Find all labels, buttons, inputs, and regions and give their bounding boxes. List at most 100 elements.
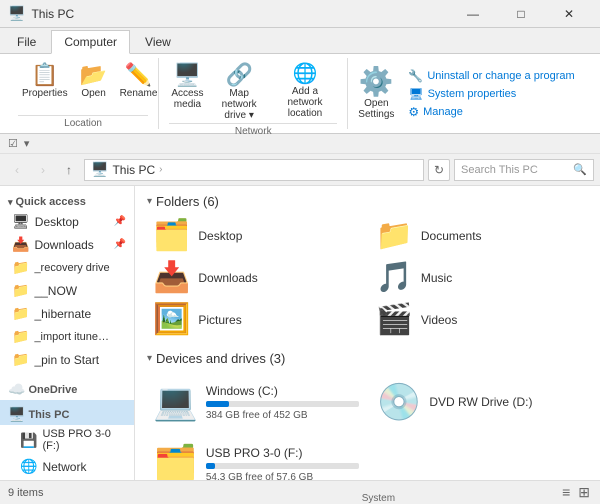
sidebar-section-this-pc[interactable]: 🖥️ This PC [0, 400, 134, 425]
folder-item-desktop[interactable]: 🗂️ Desktop [147, 217, 366, 255]
drive-item-windows-c[interactable]: 💻 Windows (C:) 384 GB free of 452 GB [147, 374, 365, 430]
settings-icon: ⚙️ [359, 68, 394, 96]
drive-d-name: DVD RW Drive (D:) [429, 395, 582, 409]
drive-item-dvd-d[interactable]: 💿 DVD RW Drive (D:) [371, 374, 589, 430]
drive-f-space: 54.3 GB free of 57.6 GB [206, 472, 359, 481]
rename-label: Rename [120, 88, 158, 99]
up-button[interactable]: ↑ [58, 159, 80, 181]
quick-access-toolbar: ☑ ▾ [0, 134, 600, 154]
sidebar-item-recovery[interactable]: 📁 _recovery drive [0, 256, 134, 279]
ribbon-system-links: 🔧 Uninstall or change a program 🖥 System… [394, 58, 588, 129]
drive-f-name: USB PRO 3-0 (F:) [206, 446, 359, 460]
sidebar-section-quick-access[interactable]: ▾ Quick access [0, 190, 134, 210]
folder-documents-name: Documents [421, 229, 482, 243]
ribbon-map-network-button[interactable]: 🔗 Map networkdrive ▾ [210, 62, 269, 123]
qa-dropdown-arrow[interactable]: ▾ [24, 137, 30, 150]
drive-item-usb-f[interactable]: 🗂️ USB PRO 3-0 (F:) 54.3 GB free of 57.6… [147, 436, 365, 480]
pin-start-label: _pin to Start [34, 353, 99, 367]
folder-item-videos[interactable]: 🎬 Videos [370, 301, 589, 339]
search-bar[interactable]: Search This PC 🔍 [454, 159, 594, 181]
sidebar-item-network[interactable]: 🌐 Network [0, 455, 134, 478]
hibernate-label: _hibernate [34, 307, 91, 321]
drive-f-bar-bg [206, 463, 359, 469]
list-view-button[interactable]: ≡ [560, 482, 572, 503]
ribbon-group-system: ⚙️ OpenSettings 🔧 Uninstall or change a … [348, 58, 592, 129]
forward-button[interactable]: › [32, 159, 54, 181]
grid-view-button[interactable]: ⊞ [576, 482, 592, 503]
drive-f-icon: 🗂️ [153, 446, 198, 480]
usb-pro-label: USB PRO 3-0 (F:) [42, 428, 126, 452]
ribbon-properties-button[interactable]: 📋 Properties [18, 62, 72, 101]
rename-icon: ✏️ [125, 64, 152, 86]
now-label: __NOW [34, 284, 77, 298]
drive-f-bar-fill [206, 463, 215, 469]
import-itunes-icon: 📁 [12, 328, 29, 345]
drive-f-info: USB PRO 3-0 (F:) 54.3 GB free of 57.6 GB [206, 446, 359, 481]
sidebar: ▾ Quick access 🖥 Desktop 📌 📥 Downloads 📌… [0, 186, 135, 480]
folder-music-name: Music [421, 271, 452, 285]
maximize-button[interactable]: □ [498, 0, 544, 28]
ribbon-add-network-button[interactable]: 🌐 Add a networklocation [273, 62, 338, 121]
folders-section-header[interactable]: ▾ Folders (6) [147, 194, 588, 209]
sidebar-item-import-itunes[interactable]: 📁 _import itunes groo [0, 325, 134, 348]
folders-arrow: ▾ [147, 196, 152, 207]
folder-desktop-name: Desktop [198, 229, 242, 243]
uninstall-icon: 🔧 [408, 69, 423, 83]
sidebar-item-usb-pro[interactable]: 💾 USB PRO 3-0 (F:) [0, 425, 134, 455]
back-button[interactable]: ‹ [6, 159, 28, 181]
close-button[interactable]: ✕ [546, 0, 592, 28]
drive-c-bar-bg [206, 401, 359, 407]
address-text: This PC [112, 163, 155, 177]
ribbon-access-media-button[interactable]: 🖥️ Accessmedia [169, 62, 206, 112]
uninstall-button[interactable]: 🔧 Uninstall or change a program [404, 68, 578, 84]
tab-file[interactable]: File [4, 30, 49, 53]
location-group-label: Location [18, 115, 148, 129]
minimize-button[interactable]: — [450, 0, 496, 28]
manage-button[interactable]: ⚙ Manage [404, 104, 578, 120]
ribbon-group-network: 🖥️ Accessmedia 🔗 Map networkdrive ▾ 🌐 Ad… [159, 58, 348, 129]
sidebar-item-pin-start[interactable]: 📁 _pin to Start [0, 348, 134, 371]
tab-view[interactable]: View [132, 30, 184, 53]
folder-item-downloads[interactable]: 📥 Downloads [147, 259, 366, 297]
folder-music-icon: 🎵 [376, 263, 413, 293]
uninstall-label: Uninstall or change a program [427, 70, 574, 82]
ribbon-open-button[interactable]: 📂 Open [76, 62, 112, 101]
drive-c-info: Windows (C:) 384 GB free of 452 GB [206, 384, 359, 421]
sidebar-item-hibernate[interactable]: 📁 _hibernate [0, 302, 134, 325]
sidebar-item-downloads[interactable]: 📥 Downloads 📌 [0, 233, 134, 256]
sidebar-item-now[interactable]: 📁 __NOW [0, 279, 134, 302]
ribbon-open-settings-button[interactable]: ⚙️ OpenSettings [358, 58, 394, 129]
address-icon: 🖥️ [91, 161, 108, 178]
folder-item-music[interactable]: 🎵 Music [370, 259, 589, 297]
map-network-label: Map networkdrive ▾ [214, 88, 265, 121]
network-label: Network [42, 460, 86, 474]
ribbon-group-location: 📋 Properties 📂 Open ✏️ Rename Location [8, 58, 159, 129]
folder-pictures-name: Pictures [198, 313, 241, 327]
address-bar[interactable]: 🖥️ This PC › [84, 159, 424, 181]
folder-item-documents[interactable]: 📁 Documents [370, 217, 589, 255]
ribbon-network-items: 🖥️ Accessmedia 🔗 Map networkdrive ▾ 🌐 Ad… [169, 58, 337, 123]
desktop-icon: 🖥 [12, 213, 30, 230]
access-media-label: Accessmedia [171, 88, 203, 110]
devices-section-header[interactable]: ▾ Devices and drives (3) [147, 351, 588, 366]
folder-item-pictures[interactable]: 🖼️ Pictures [147, 301, 366, 339]
onedrive-label: OneDrive [28, 384, 77, 396]
tab-computer[interactable]: Computer [51, 30, 130, 54]
folder-pictures-icon: 🖼️ [153, 305, 190, 335]
title-bar: 🖥️ This PC — □ ✕ [0, 0, 600, 28]
properties-icon: 📋 [31, 64, 58, 86]
folder-grid: 🗂️ Desktop 📁 Documents 📥 Downloads 🎵 Mus… [147, 217, 588, 339]
open-icon: 📂 [80, 64, 107, 86]
ribbon-rename-button[interactable]: ✏️ Rename [116, 62, 162, 101]
system-group-label: System [358, 493, 398, 504]
pin-icon-downloads: 📌 [114, 239, 126, 250]
sidebar-section-onedrive[interactable]: ☁️ OneDrive [0, 375, 134, 400]
sidebar-item-desktop[interactable]: 🖥 Desktop 📌 [0, 210, 134, 233]
recovery-label: _recovery drive [34, 262, 109, 274]
folder-downloads-name: Downloads [198, 271, 257, 285]
qa-checkbox[interactable]: ☑ [8, 137, 18, 150]
add-network-label: Add a networklocation [277, 86, 334, 119]
system-props-button[interactable]: 🖥 System properties [404, 86, 578, 102]
open-label: Open [81, 88, 105, 99]
refresh-button[interactable]: ↻ [428, 159, 450, 181]
